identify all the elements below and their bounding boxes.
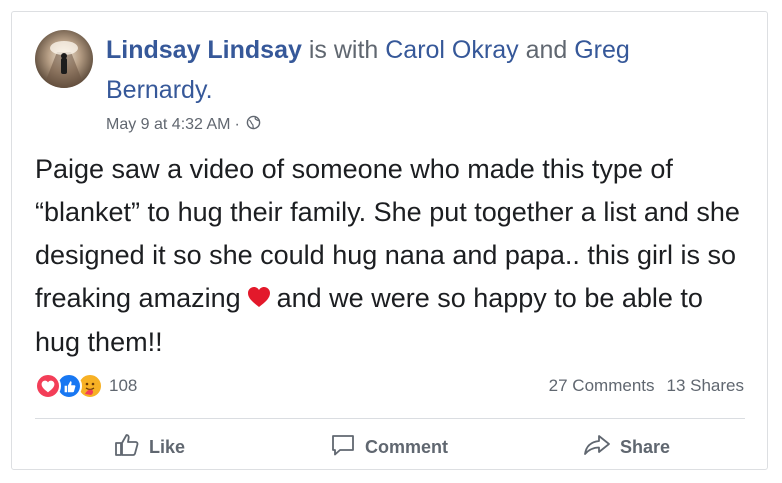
comment-button[interactable]: Comment (330, 432, 448, 462)
with-text: is with (301, 36, 386, 64)
author-name[interactable]: Lindsay Lindsay (106, 36, 302, 64)
share-arrow-icon (583, 433, 620, 462)
author-avatar[interactable] (35, 30, 93, 88)
post-text: Paige saw a video of someone who made th… (35, 148, 755, 364)
reactions-summary[interactable]: 108 (35, 373, 137, 399)
comment-label: Comment (365, 436, 449, 457)
post-meta: May 9 at 4:32 AM · (106, 115, 261, 135)
thumbs-up-icon (114, 433, 149, 462)
share-label: Share (620, 436, 671, 457)
meta-separator: · (234, 116, 240, 133)
love-react-icon (35, 373, 61, 399)
like-button[interactable]: Like (114, 432, 185, 462)
and-text: and (518, 36, 575, 64)
reaction-count[interactable]: 108 (109, 376, 137, 396)
action-divider (35, 418, 745, 419)
like-label: Like (149, 436, 186, 457)
post-header: Lindsay Lindsay is with Carol Okray and … (106, 30, 726, 110)
red-heart-emoji (247, 278, 271, 321)
post-stats: 27 Comments 13 Shares (549, 376, 744, 396)
shares-count[interactable]: 13 Shares (667, 376, 745, 396)
post-timestamp[interactable]: May 9 at 4:32 AM (106, 116, 231, 134)
comment-bubble-icon (330, 433, 365, 462)
comments-count[interactable]: 27 Comments (549, 376, 655, 396)
globe-icon[interactable] (246, 115, 261, 135)
tagged-user-1[interactable]: Carol Okray (385, 36, 518, 64)
share-button[interactable]: Share (583, 432, 670, 462)
